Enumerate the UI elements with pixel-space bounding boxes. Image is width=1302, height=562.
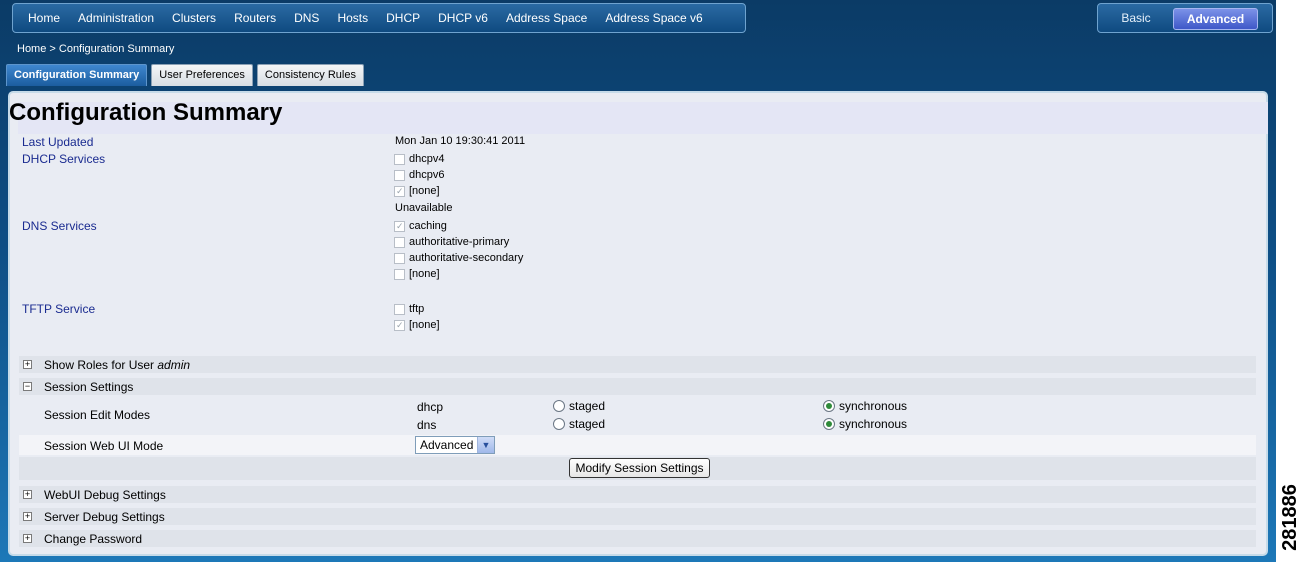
show-roles-section[interactable]: + Show Roles for User admin (19, 356, 1256, 373)
collapse-minus-icon[interactable]: − (23, 382, 32, 391)
nav-home[interactable]: Home (19, 11, 69, 25)
tftp-option-tftp: tftp (394, 301, 424, 317)
mode-switch: Basic Advanced (1097, 3, 1273, 33)
dhcp-status: Unavailable (395, 202, 453, 214)
webui-debug-section[interactable]: + WebUI Debug Settings (19, 486, 1256, 503)
figure-number-text: 281886 (1278, 483, 1301, 551)
expand-plus-icon[interactable]: + (23, 534, 32, 543)
nav-routers[interactable]: Routers (225, 11, 285, 25)
radio-label: synchronous (839, 399, 908, 413)
checkbox-label: [none] (409, 268, 440, 280)
dns-option-caching: caching (394, 218, 447, 234)
section-title: WebUI Debug Settings (44, 487, 166, 502)
top-navigation: Home Administration Clusters Routers DNS… (12, 3, 746, 33)
dns-staged-radio[interactable]: staged (553, 417, 605, 431)
change-password-section[interactable]: + Change Password (19, 530, 1256, 547)
radio-label: staged (569, 417, 606, 431)
dhcp-synchronous-radio[interactable]: synchronous (823, 399, 907, 413)
expand-plus-icon[interactable]: + (23, 512, 32, 521)
nav-dns[interactable]: DNS (285, 11, 328, 25)
checkbox-label: authoritative-primary (409, 236, 510, 248)
session-web-ui-mode-label: Session Web UI Mode (44, 439, 164, 453)
authoritative-secondary-checkbox (394, 252, 405, 264)
dhcp-none-checkbox (394, 185, 405, 197)
tftp-option-none: [none] (394, 317, 440, 333)
checkbox-label: [none] (409, 319, 440, 331)
dns-none-checkbox (394, 268, 405, 280)
session-edit-modes-label: Session Edit Modes (44, 408, 151, 422)
caching-checkbox (394, 220, 405, 232)
advanced-mode-button[interactable]: Advanced (1173, 8, 1258, 30)
radio-selected-icon (823, 418, 835, 430)
nav-address-space-v6[interactable]: Address Space v6 (596, 11, 711, 25)
tab-bar: Configuration Summary User Preferences C… (6, 64, 368, 86)
basic-mode-button[interactable]: Basic (1098, 4, 1174, 32)
dhcp-option-dhcpv4: dhcpv4 (394, 151, 444, 167)
checkbox-label: authoritative-secondary (409, 252, 524, 264)
expand-plus-icon[interactable]: + (23, 490, 32, 499)
selected-value: Advanced (420, 438, 474, 452)
dns-synchronous-radio[interactable]: synchronous (823, 417, 907, 431)
dhcpv4-checkbox (394, 153, 405, 165)
authoritative-primary-checkbox (394, 236, 405, 248)
dhcp-option-none: [none] (394, 183, 440, 199)
tab-configuration-summary[interactable]: Configuration Summary (6, 64, 148, 86)
tab-consistency-rules[interactable]: Consistency Rules (256, 64, 364, 86)
edit-mode-dhcp-label: dhcp (417, 400, 444, 414)
checkbox-label: dhcpv6 (409, 169, 445, 181)
show-roles-prefix: Show Roles for User (44, 357, 158, 372)
nav-dhcp-v6[interactable]: DHCP v6 (429, 11, 497, 25)
dns-services-label: DNS Services (22, 219, 97, 233)
radio-selected-icon (823, 400, 835, 412)
checkbox-label: dhcpv4 (409, 153, 445, 165)
last-updated-label: Last Updated (22, 135, 94, 149)
section-title: Session Settings (44, 379, 134, 394)
tftp-service-label: TFTP Service (22, 302, 96, 316)
dns-option-authoritative-secondary: authoritative-secondary (394, 250, 523, 266)
figure-number: 281886 (1274, 482, 1302, 552)
section-title: Change Password (44, 531, 143, 546)
page-title: Configuration Summary (9, 99, 283, 126)
checkbox-label: [none] (409, 185, 440, 197)
nav-hosts[interactable]: Hosts (328, 11, 377, 25)
checkbox-label: tftp (409, 303, 425, 315)
web-ui-mode-row (19, 435, 1256, 455)
dhcpv6-checkbox (394, 169, 405, 181)
dhcp-services-label: DHCP Services (22, 152, 106, 166)
checkbox-label: caching (409, 220, 447, 232)
tab-user-preferences[interactable]: User Preferences (151, 64, 253, 86)
nav-clusters[interactable]: Clusters (163, 11, 225, 25)
breadcrumb: Home > Configuration Summary (17, 43, 175, 55)
section-title: Server Debug Settings (44, 509, 165, 524)
web-ui-mode-select[interactable]: Advanced ▼ (415, 436, 495, 454)
dhcp-option-dhcpv6: dhcpv6 (394, 167, 444, 183)
server-debug-section[interactable]: + Server Debug Settings (19, 508, 1256, 525)
tftp-checkbox (394, 303, 405, 315)
chevron-down-icon[interactable]: ▼ (477, 437, 494, 453)
session-settings-section[interactable]: − Session Settings (19, 378, 1256, 395)
nav-dhcp[interactable]: DHCP (377, 11, 429, 25)
expand-plus-icon[interactable]: + (23, 360, 32, 369)
radio-label: staged (569, 399, 606, 413)
dhcp-staged-radio[interactable]: staged (553, 399, 605, 413)
dns-option-authoritative-primary: authoritative-primary (394, 234, 509, 250)
role-user-name: admin (157, 357, 191, 372)
radio-icon (553, 400, 565, 412)
dns-option-none: [none] (394, 266, 440, 282)
nav-address-space[interactable]: Address Space (497, 11, 596, 25)
tftp-none-checkbox (394, 319, 405, 331)
modify-session-settings-button[interactable]: Modify Session Settings (569, 458, 710, 478)
radio-label: synchronous (839, 417, 908, 431)
last-updated-value: Mon Jan 10 19:30:41 2011 (395, 135, 526, 147)
nav-administration[interactable]: Administration (69, 11, 163, 25)
radio-icon (553, 418, 565, 430)
section-title: Show Roles for User admin (44, 358, 190, 372)
edit-mode-dns-label: dns (417, 418, 437, 432)
